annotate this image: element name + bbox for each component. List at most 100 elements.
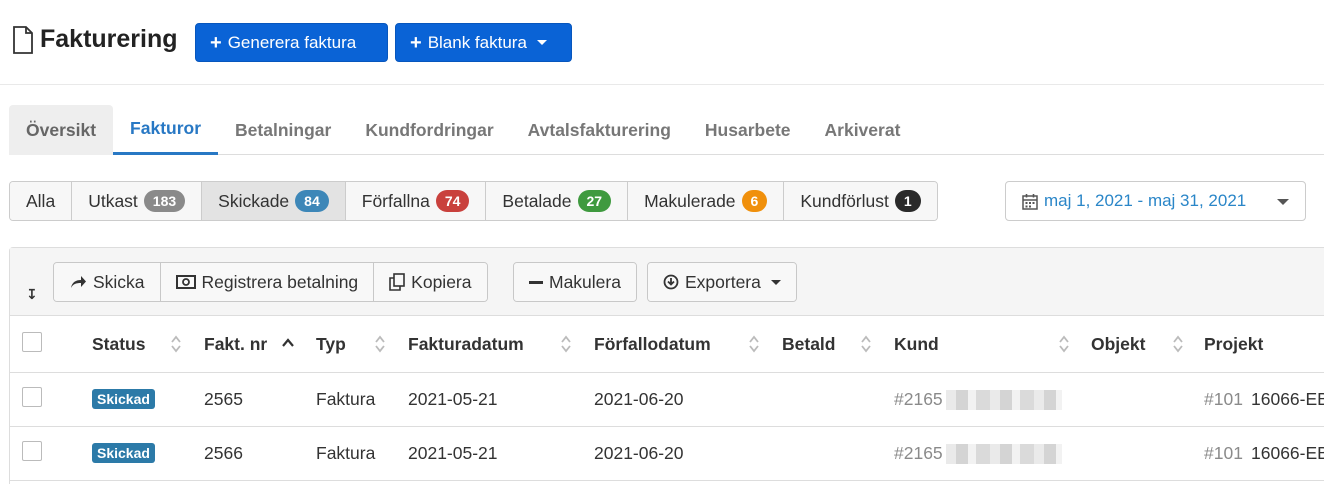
column-header-invoice-number[interactable]: Fakt. nr — [204, 334, 267, 355]
due-date: 2021-06-20 — [594, 443, 684, 463]
customer-name-redacted — [946, 443, 1062, 465]
bulk-select-arrow-icon[interactable]: ↧ — [26, 286, 38, 303]
project-name[interactable]: 16066-EB — [1251, 389, 1324, 410]
invoice-table-panel: ↧ Skicka Registrera betalning Kopiera Ma… — [9, 247, 1324, 484]
project-name[interactable]: 16066-EB — [1251, 443, 1324, 464]
column-header-object[interactable]: Objekt — [1091, 334, 1145, 355]
blank-invoice-button[interactable]: + Blank faktura — [395, 23, 572, 62]
row-checkbox[interactable] — [22, 387, 42, 407]
money-icon — [175, 275, 196, 289]
tab-arkiverat[interactable]: Arkiverat — [808, 105, 918, 155]
status-filter-group: Alla Utkast 183 Skickade 84 Förfallna 74 Be… — [9, 181, 938, 221]
customer-id[interactable]: #2165 — [894, 443, 943, 464]
status-badge: Skickad — [92, 443, 155, 463]
page-title-text: Fakturering — [40, 25, 178, 53]
date-range-label: maj 1, 2021 - maj 31, 2021 — [1044, 191, 1247, 210]
void-label: Makulera — [549, 271, 621, 292]
sort-icon[interactable] — [374, 334, 386, 354]
sort-icon[interactable] — [748, 334, 760, 354]
table-row[interactable]: Skickad 2566 Faktura 2021-05-21 2021-06-… — [10, 427, 1324, 481]
count-badge: 84 — [295, 190, 329, 212]
filter-label: Förfallna — [361, 190, 430, 211]
count-badge: 74 — [435, 190, 470, 212]
tab-label: Arkiverat — [824, 119, 901, 140]
filter-forfallna[interactable]: Förfallna 74 — [345, 182, 487, 220]
sort-icon[interactable] — [860, 334, 872, 354]
filter-label: Alla — [26, 190, 56, 211]
sort-icon[interactable] — [170, 334, 182, 354]
table-toolbar: ↧ Skicka Registrera betalning Kopiera Ma… — [10, 248, 1324, 316]
customer-name-redacted — [946, 389, 1062, 411]
invoice-date: 2021-05-21 — [408, 443, 498, 463]
send-label: Skicka — [93, 271, 145, 292]
caret-down-icon — [1277, 199, 1289, 205]
tab-husarbete[interactable]: Husarbete — [688, 105, 808, 155]
filter-alla[interactable]: Alla — [10, 182, 73, 220]
export-label: Exportera — [685, 271, 761, 292]
send-button[interactable]: Skicka — [54, 263, 161, 301]
column-header-paid[interactable]: Betald — [782, 334, 835, 355]
tab-label: Betalningar — [235, 119, 332, 140]
void-button-group: Makulera — [513, 262, 637, 302]
tab-avtalsfakturering[interactable]: Avtalsfakturering — [511, 105, 688, 155]
column-header-type[interactable]: Typ — [316, 334, 346, 355]
minus-icon — [529, 280, 543, 284]
column-header-status[interactable]: Status — [92, 334, 145, 355]
status-badge: Skickad — [92, 389, 155, 409]
filter-label: Skickade — [218, 190, 290, 211]
count-badge: 1 — [894, 190, 921, 212]
void-button[interactable]: Makulera — [514, 263, 636, 301]
tab-oversikt[interactable]: Översikt — [9, 105, 114, 155]
column-header-invoice-date[interactable]: Fakturadatum — [408, 334, 524, 355]
generate-invoice-label: Generera faktura — [227, 32, 357, 52]
select-all-checkbox[interactable] — [22, 332, 42, 352]
invoice-date: 2021-05-21 — [408, 389, 498, 409]
table-row[interactable]: Skickad 2565 Faktura 2021-05-21 2021-06-… — [10, 373, 1324, 427]
copy-icon — [389, 273, 405, 291]
project-id[interactable]: #101 — [1204, 389, 1243, 410]
share-arrow-icon — [71, 276, 86, 288]
count-badge: 27 — [577, 190, 612, 212]
customer-id[interactable]: #2165 — [894, 389, 943, 410]
page-title: Fakturering — [12, 25, 178, 54]
column-header-due-date[interactable]: Förfallodatum — [594, 334, 711, 355]
filter-kundforlust[interactable]: Kundförlust 1 — [784, 182, 937, 220]
count-badge: 183 — [143, 190, 186, 212]
project-id[interactable]: #101 — [1204, 443, 1243, 464]
download-circle-icon — [663, 274, 679, 290]
table-header: Status Fakt. nr Typ Fakturadatum Förfall… — [10, 316, 1324, 373]
caret-down-icon — [770, 279, 781, 285]
date-range-picker[interactable]: maj 1, 2021 - maj 31, 2021 — [1005, 181, 1306, 221]
column-header-customer[interactable]: Kund — [894, 334, 939, 355]
document-icon — [13, 25, 33, 54]
sort-icon[interactable] — [560, 334, 572, 354]
register-payment-button[interactable]: Registrera betalning — [160, 263, 375, 301]
action-button-group: Skicka Registrera betalning Kopiera — [53, 262, 488, 302]
calendar-icon — [1022, 193, 1038, 210]
row-checkbox[interactable] — [22, 441, 42, 461]
sort-ascending-icon[interactable] — [282, 334, 294, 354]
tab-label: Avtalsfakturering — [527, 119, 671, 140]
tab-kundfordringar[interactable]: Kundfordringar — [348, 105, 510, 155]
filter-betalade[interactable]: Betalade 27 — [486, 182, 629, 220]
filter-skickade[interactable]: Skickade 84 — [202, 182, 346, 220]
sort-icon[interactable] — [1172, 334, 1184, 354]
caret-down-icon — [536, 40, 547, 45]
invoice-number[interactable]: 2565 — [204, 389, 243, 410]
plus-icon: + — [410, 31, 422, 54]
due-date: 2021-06-20 — [594, 389, 684, 409]
sort-icon[interactable] — [1058, 334, 1070, 354]
main-tabs: Översikt Fakturor Betalningar Kundfordri… — [9, 105, 1324, 155]
copy-button[interactable]: Kopiera — [374, 263, 487, 301]
tab-betalningar[interactable]: Betalningar — [218, 105, 348, 155]
filter-makulerade[interactable]: Makulerade 6 — [628, 182, 785, 220]
generate-invoice-button[interactable]: + Generera faktura — [195, 23, 388, 62]
filter-label: Betalade — [502, 190, 572, 211]
tab-label: Kundfordringar — [365, 119, 494, 140]
column-header-project[interactable]: Projekt — [1204, 334, 1263, 355]
export-button[interactable]: Exportera — [648, 263, 796, 301]
invoice-number[interactable]: 2566 — [204, 443, 243, 464]
tab-fakturor[interactable]: Fakturor — [113, 105, 219, 155]
filter-utkast[interactable]: Utkast 183 — [72, 182, 203, 220]
filter-label: Kundförlust — [800, 190, 889, 211]
